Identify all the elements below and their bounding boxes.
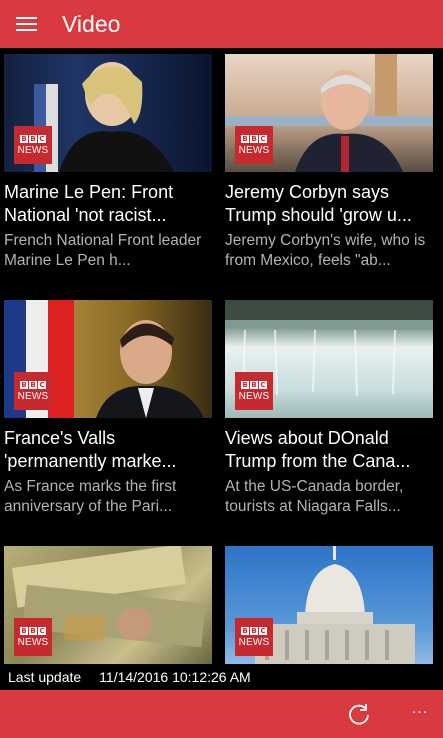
bbc-news-logo: BBC NEWS bbox=[14, 126, 52, 164]
page-title: Video bbox=[62, 10, 121, 37]
top-app-bar: Video bbox=[0, 0, 443, 48]
video-card[interactable]: BBC NEWS bbox=[225, 546, 433, 664]
video-thumbnail[interactable]: BBC NEWS bbox=[4, 546, 212, 664]
video-card[interactable]: BBC NEWS Jeremy Corbyn says Trump should… bbox=[225, 54, 433, 271]
video-thumbnail[interactable]: BBC NEWS bbox=[225, 300, 433, 418]
hamburger-menu-icon[interactable] bbox=[0, 0, 52, 48]
bbc-news-logo: BBC NEWS bbox=[14, 618, 52, 656]
bottom-app-bar: ... bbox=[0, 690, 443, 738]
video-card[interactable]: BBC NEWS France's Valls 'permanently mar… bbox=[4, 300, 212, 517]
bbc-news-logo: BBC NEWS bbox=[14, 372, 52, 410]
video-thumbnail[interactable]: BBC NEWS bbox=[4, 54, 212, 172]
video-title[interactable]: Views about DOnald Trump from the Cana..… bbox=[225, 427, 433, 473]
video-description: French National Front leader Marine Le P… bbox=[4, 232, 202, 269]
video-thumbnail[interactable]: BBC NEWS bbox=[225, 54, 433, 172]
video-title[interactable]: France's Valls 'permanently marke... bbox=[4, 427, 212, 473]
refresh-icon[interactable] bbox=[346, 702, 372, 728]
video-description: At the US-Canada border, tourists at Nia… bbox=[225, 478, 404, 515]
last-update-timestamp: 11/14/2016 10:12:26 AM bbox=[99, 669, 251, 685]
last-update-label: Last update bbox=[8, 669, 82, 685]
video-card[interactable]: BBC NEWS bbox=[4, 546, 212, 664]
more-options-icon[interactable]: ... bbox=[405, 700, 435, 720]
video-card[interactable]: BBC NEWS Marine Le Pen: Front National '… bbox=[4, 54, 212, 271]
video-description: As France marks the first anniversary of… bbox=[4, 478, 177, 515]
bbc-news-logo: BBC NEWS bbox=[235, 372, 273, 410]
last-update-status: Last update 11/14/2016 10:12:26 AM bbox=[0, 664, 443, 690]
bbc-news-logo: BBC NEWS bbox=[235, 618, 273, 656]
bbc-news-logo: BBC NEWS bbox=[235, 126, 273, 164]
video-card[interactable]: BBC NEWS Views about DOnald Trump from t… bbox=[225, 300, 433, 517]
video-thumbnail[interactable]: BBC NEWS bbox=[225, 546, 433, 664]
video-title[interactable]: Marine Le Pen: Front National 'not racis… bbox=[4, 181, 212, 227]
video-description: Jeremy Corbyn's wife, who is from Mexico… bbox=[225, 232, 426, 269]
video-thumbnail[interactable]: BBC NEWS bbox=[4, 300, 212, 418]
video-title[interactable]: Jeremy Corbyn says Trump should 'grow u.… bbox=[225, 181, 433, 227]
